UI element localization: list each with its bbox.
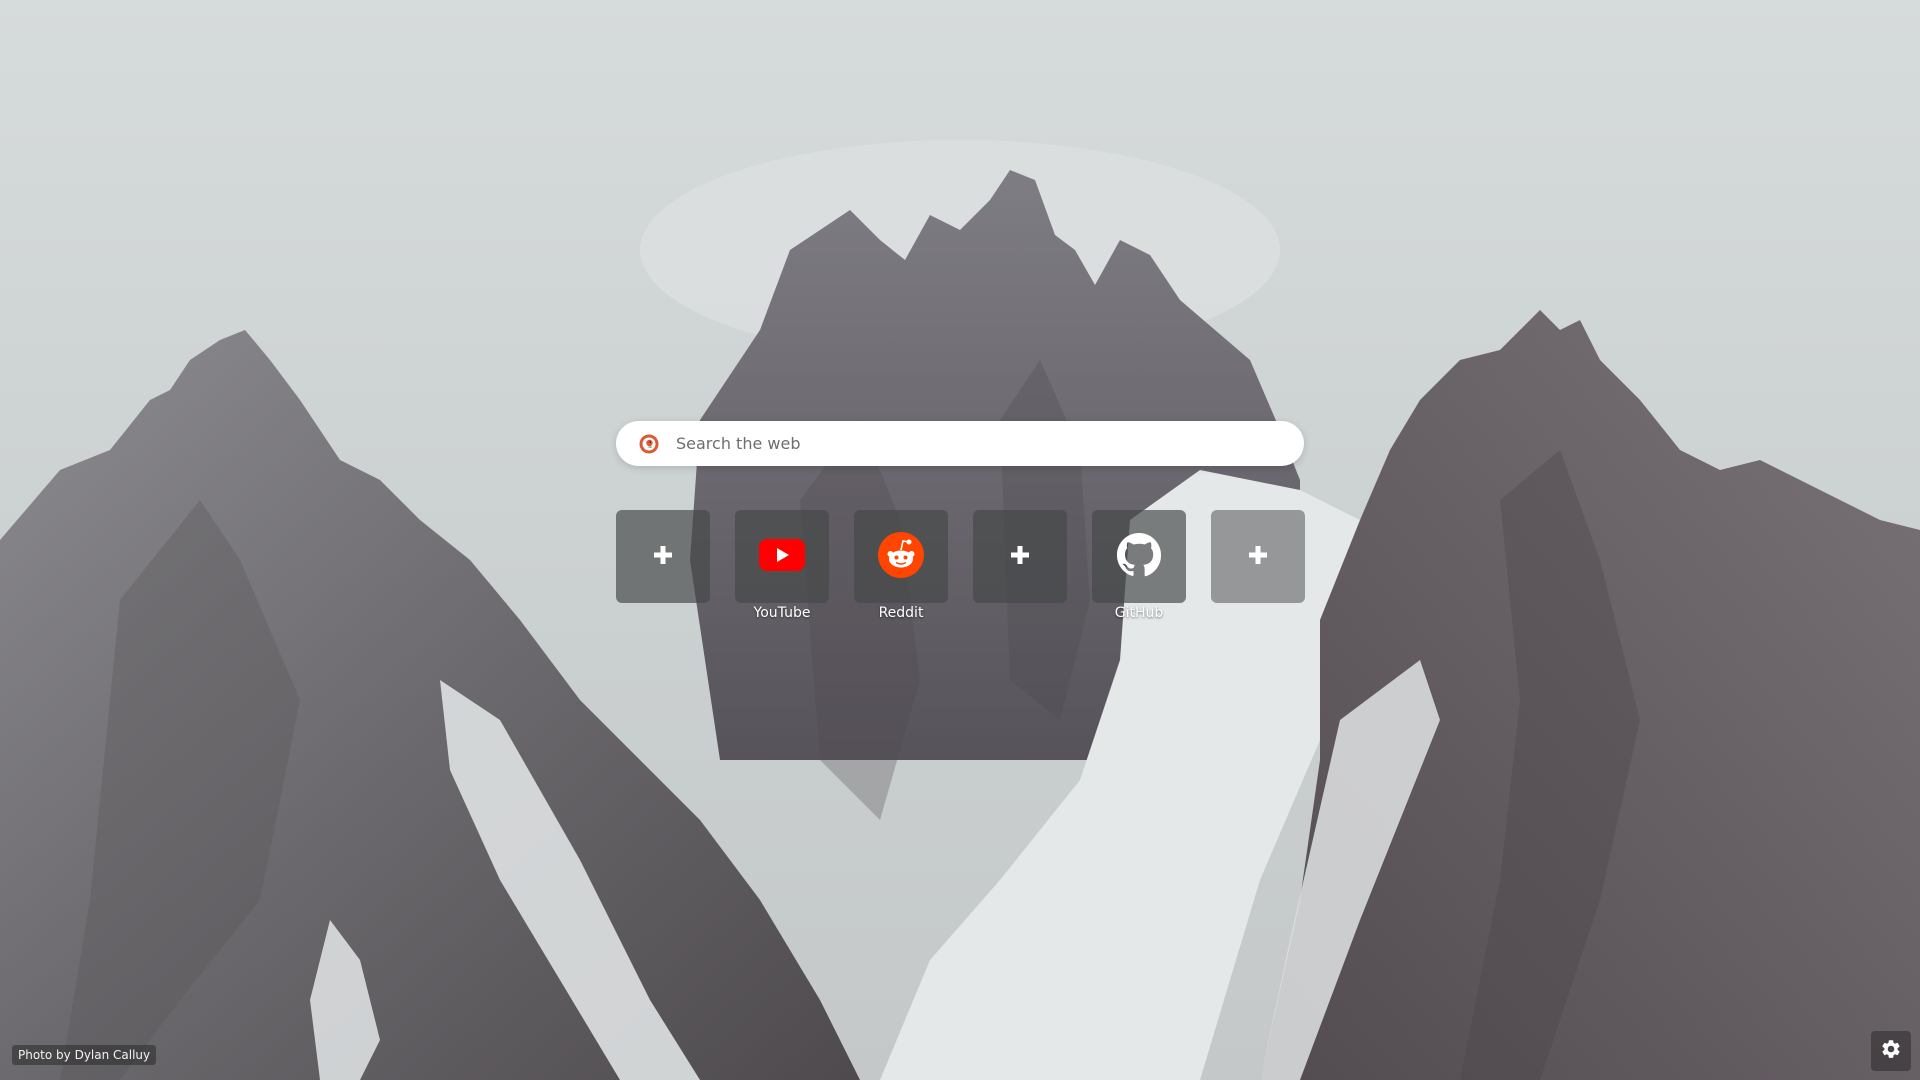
shortcut-reddit[interactable]: Reddit [854, 510, 948, 621]
plus-icon [1248, 545, 1268, 569]
shortcut-label: Reddit [878, 605, 924, 621]
shortcut-github[interactable]: GitHub [1092, 510, 1186, 621]
settings-button[interactable] [1871, 1031, 1911, 1071]
search-input[interactable] [674, 422, 1278, 465]
photo-credit[interactable]: Photo by Dylan Calluy [12, 1045, 157, 1065]
github-icon [1116, 532, 1162, 582]
plus-icon [653, 545, 673, 569]
shortcuts-grid: YouTube Reddit GitHub [616, 510, 1306, 630]
shortcut-label: YouTube [753, 605, 811, 621]
shortcut-add-1[interactable] [616, 510, 710, 605]
reddit-icon [878, 531, 924, 582]
shortcut-tile[interactable] [1092, 510, 1186, 603]
shortcut-tile[interactable] [973, 510, 1067, 603]
youtube-icon [759, 538, 805, 575]
shortcut-add-2[interactable] [973, 510, 1067, 605]
shortcut-tile[interactable] [854, 510, 948, 603]
shortcut-label: GitHub [1114, 605, 1164, 621]
shortcut-tile[interactable] [1211, 510, 1305, 603]
gear-icon [1880, 1038, 1902, 1064]
shortcut-tile[interactable] [735, 510, 829, 603]
shortcut-tile[interactable] [616, 510, 710, 603]
shortcut-add-3[interactable] [1211, 510, 1305, 605]
shortcut-youtube[interactable]: YouTube [735, 510, 829, 621]
duckduckgo-icon [638, 433, 660, 455]
search-bar[interactable] [616, 421, 1304, 466]
plus-icon [1010, 545, 1030, 569]
